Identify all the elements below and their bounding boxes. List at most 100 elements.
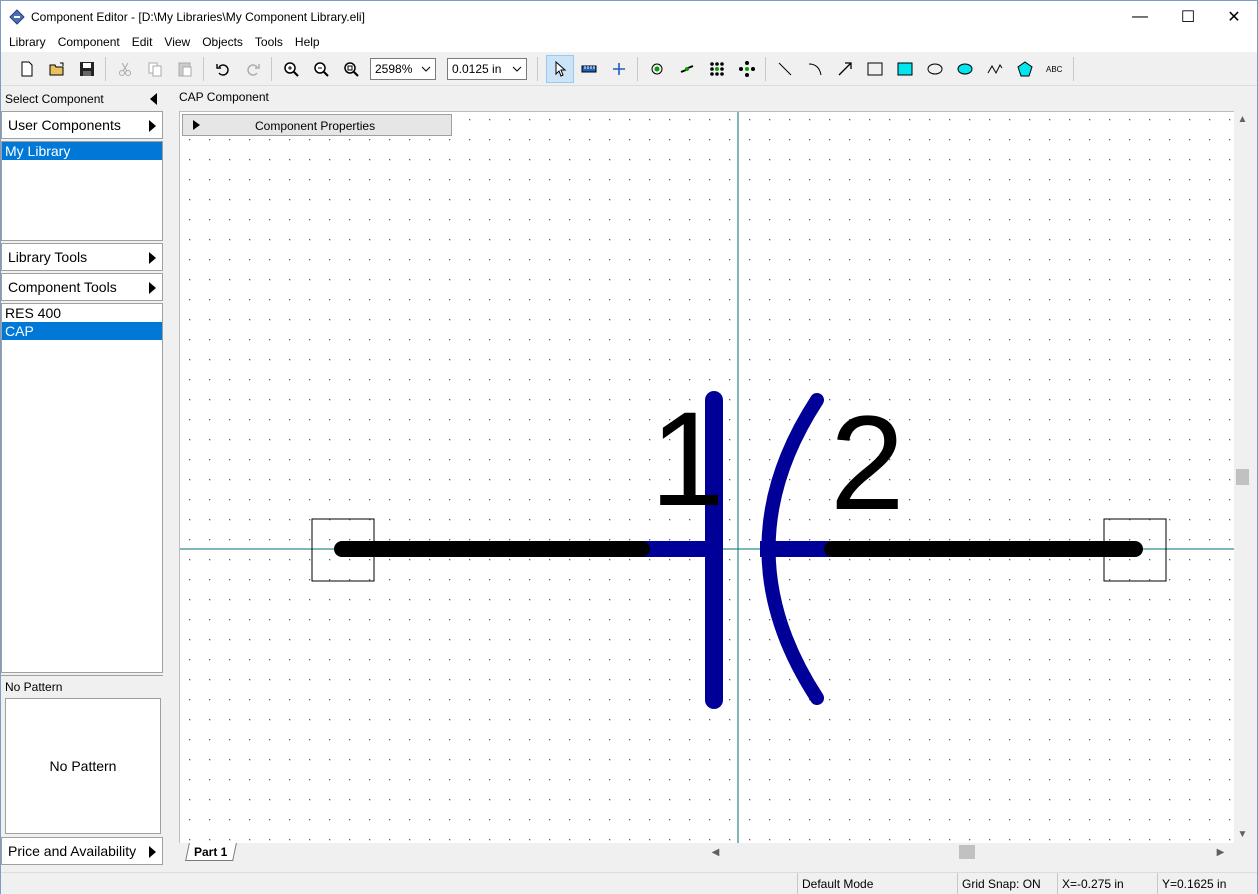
reverse-pins-icon [680,65,694,73]
pin-tool-button[interactable] [645,57,669,81]
crosshair-tool-button[interactable] [607,57,631,81]
status-bar: Default Mode Grid Snap: ON X=-0.275 in Y… [1,872,1257,894]
text-icon: ABC [1046,65,1063,74]
menu-tools[interactable]: Tools [249,35,289,49]
toolbar-separator [765,57,766,81]
filled-ellipse-icon [957,63,973,75]
grid-size-select[interactable]: 0.0125 in [447,58,527,80]
menu-objects[interactable]: Objects [196,35,249,49]
close-button[interactable]: ✕ [1211,1,1257,32]
undo-button[interactable] [211,57,235,81]
expand-arrow-icon [149,282,156,294]
select-tool-button[interactable] [546,55,574,83]
zoom-select[interactable]: 2598% [370,58,436,80]
component-properties-bar[interactable]: Component Properties [182,114,452,136]
save-icon [80,62,94,76]
minimize-icon: — [1132,7,1148,25]
zoom-value: 2598% [375,62,413,76]
text-tool-button[interactable]: ABC [1043,57,1067,81]
rectangle-icon [867,62,883,76]
status-y-coordinate: Y=0.1625 in [1157,873,1257,894]
library-tools-button[interactable]: Library Tools [1,243,163,271]
document-title: CAP Component [179,90,269,104]
menu-help[interactable]: Help [289,35,326,49]
redo-icon [247,64,260,76]
tab-part-1[interactable]: Part 1 [185,843,237,861]
component-properties-label: Component Properties [255,119,376,133]
pattern-header: No Pattern [1,675,163,697]
line-icon [778,62,792,76]
arc-tool-button[interactable] [803,57,827,81]
zoom-out-button[interactable] [309,57,333,81]
expand-arrow-icon [149,252,156,264]
component-tools-button[interactable]: Component Tools [1,273,163,301]
paste-icon [178,62,192,77]
component-item-res-400[interactable]: RES 400 [2,304,162,322]
pin-label-2[interactable]: 2 [830,389,905,538]
zoom-in-icon [284,62,299,77]
bezier-icon [987,64,1003,75]
status-grid-snap: Grid Snap: ON [957,873,1057,894]
rectangle-tool-button[interactable] [863,57,887,81]
drawing-canvas[interactable]: 1 2 [179,111,1234,843]
reverse-pins-button[interactable] [675,57,699,81]
paste-button[interactable] [173,57,197,81]
move-pins-button[interactable] [735,57,759,81]
ellipse-tool-button[interactable] [923,57,947,81]
toolbar: 2598% 0.0125 in ABC [1,52,1257,86]
copy-button[interactable] [143,57,167,81]
copy-icon [148,62,162,77]
new-button[interactable] [15,57,39,81]
price-availability-button[interactable]: Price and Availability [1,837,163,865]
chevron-down-icon [512,66,522,72]
arc-icon [808,63,822,76]
redo-button[interactable] [241,57,265,81]
user-components-button[interactable]: User Components [1,111,163,139]
toolbar-separator [203,57,204,81]
line-tool-button[interactable] [773,57,797,81]
maximize-button[interactable]: ☐ [1165,1,1211,32]
menu-view[interactable]: View [158,35,196,49]
cut-button[interactable] [113,57,137,81]
bezier-tool-button[interactable] [983,57,1007,81]
polygon-tool-button[interactable] [1013,57,1037,81]
zoom-in-button[interactable] [279,57,303,81]
toolbar-separator [637,57,638,81]
schematic-drawing: 1 2 [180,112,1234,843]
save-button[interactable] [75,57,99,81]
scroll-down-icon[interactable]: ▼ [1234,826,1251,843]
ruler-icon [581,65,597,73]
scroll-right-icon[interactable]: ▶ [1212,843,1229,861]
horizontal-scroll-thumb[interactable] [959,845,975,859]
pin-label-1[interactable]: 1 [650,385,725,534]
price-availability-label: Price and Availability [8,843,137,859]
user-components-label: User Components [8,117,121,133]
scroll-left-icon[interactable]: ◀ [707,843,724,861]
minimize-button[interactable]: — [1117,1,1163,32]
vertical-scroll-thumb[interactable] [1236,469,1249,485]
menu-component[interactable]: Component [52,35,126,49]
menu-library[interactable]: Library [3,35,52,49]
filled-rectangle-icon [897,62,913,76]
ruler-tool-button[interactable] [577,57,601,81]
horizontal-scrollbar[interactable]: ◀ ▶ [707,843,1229,861]
menu-edit[interactable]: Edit [126,35,159,49]
cut-icon [119,62,131,76]
select-component-header: Select Component [1,88,163,110]
ellipse-icon [927,63,943,75]
component-item-cap[interactable]: CAP [2,322,162,340]
zoom-fit-button[interactable] [339,57,363,81]
toolbar-separator [537,57,538,81]
grid-value: 0.0125 in [452,62,502,76]
open-button[interactable] [45,57,69,81]
vertical-scrollbar[interactable]: ▲ ▼ [1234,111,1251,843]
scroll-up-icon[interactable]: ▲ [1234,111,1251,128]
library-item-my-library[interactable]: My Library [2,142,162,160]
maximize-icon: ☐ [1180,8,1196,26]
pin-array-button[interactable] [705,57,729,81]
collapse-panel-icon[interactable] [150,93,157,105]
filled-rectangle-tool-button[interactable] [893,57,917,81]
tab-part-1-label: Part 1 [194,844,228,859]
filled-ellipse-tool-button[interactable] [953,57,977,81]
arrow-tool-button[interactable] [833,57,857,81]
